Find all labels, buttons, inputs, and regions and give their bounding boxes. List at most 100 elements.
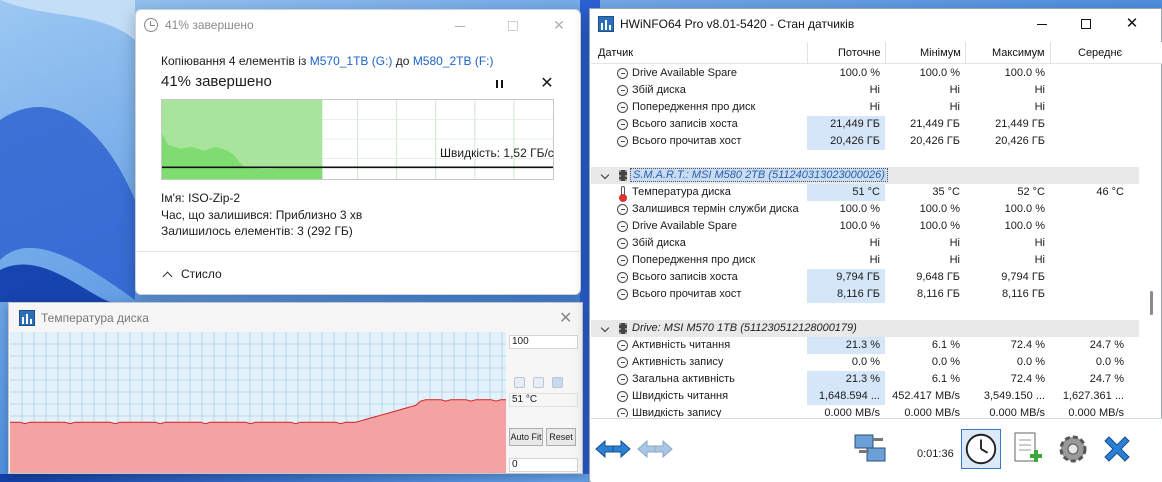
vertical-scrollbar[interactable] — [1141, 65, 1161, 417]
sensor-row[interactable]: Збій диска Ні Ні Ні — [591, 82, 1139, 99]
maximize-button — [490, 10, 536, 40]
average-value: 46 °C — [1096, 186, 1124, 198]
average-value — [1050, 252, 1129, 269]
sensor-row[interactable]: Активність читання 21.3 % 6.1 % 72.4 % 24.7 … — [591, 337, 1139, 354]
sensor-label: Всього прочитав хост — [632, 135, 742, 147]
maximize-button[interactable] — [1066, 9, 1106, 39]
sensor-row[interactable]: Drive Available Spare 100.0 % 100.0 % 100.0… — [591, 65, 1139, 82]
sensor-label: Попередження про диск — [632, 254, 756, 266]
column-divider[interactable] — [807, 42, 808, 64]
min-value: 100.0 % — [919, 220, 960, 232]
column-divider[interactable] — [1050, 42, 1051, 64]
copy-dialog-titlebar[interactable]: 41% завершено ✕ — [136, 10, 580, 40]
sensor-row[interactable]: Всього записів хоста 21,449 ГБ 21,449 ГБ 21… — [591, 116, 1139, 133]
column-divider[interactable] — [965, 42, 966, 64]
add-report-icon[interactable] — [1007, 429, 1047, 469]
copy-description: Копіювання 4 елементів із M570_1TB (G:) … — [161, 54, 494, 68]
column-current[interactable]: Поточне — [838, 47, 881, 59]
auto-fit-button[interactable]: Auto Fit — [509, 428, 543, 446]
max-value: 9,794 ГБ — [1001, 271, 1045, 283]
items-left-value: 3 (292 ГБ) — [297, 224, 353, 238]
sensor-row[interactable]: Всього записів хоста 9,794 ГБ 9,648 ГБ 9,79… — [591, 269, 1139, 286]
column-min[interactable]: Мінімум — [920, 47, 961, 59]
sensor-row[interactable]: Загальна активність 21.3 % 6.1 % 72.4 % 24.7… — [591, 371, 1139, 388]
sensor-row[interactable]: Попередження про диск Ні Ні Ні — [591, 99, 1139, 116]
sensor-row[interactable]: Швидкість запису 0.000 MB/s 0.000 MB/s 0.00… — [591, 405, 1139, 417]
minimize-button[interactable] — [1022, 9, 1062, 39]
sensor-gauge-icon — [617, 221, 628, 232]
close-button[interactable]: ✕ — [1112, 9, 1152, 39]
cancel-copy-button[interactable]: ✕ — [539, 73, 555, 93]
sensor-group-row[interactable]: S.M.A.R.T.: MSI M580 2TB (51124031302300… — [591, 167, 1139, 184]
fewer-details-button[interactable]: Стисло — [162, 267, 222, 282]
items-left-row: Залишилось елементів: 3 (292 ГБ) — [161, 224, 353, 238]
sensor-row[interactable]: Збій диска Ні Ні Ні — [591, 235, 1139, 252]
hwinfo-titlebar[interactable]: HWiNFO64 Pro v8.01-5420 - Стан датчиків … — [590, 9, 1161, 39]
destination-link[interactable]: M580_2TB (F:) — [413, 54, 494, 68]
sensor-group-row[interactable]: Drive: MSI M570 1TB (511230512128000179) — [591, 320, 1139, 337]
hwinfo-toolbar: 0:01:36 — [591, 418, 1162, 482]
sensor-row[interactable]: Залишився термін служби диска 100.0 % 100.… — [591, 201, 1139, 218]
close-icon[interactable]: ✕ — [559, 308, 572, 328]
pause-icon-bar-left — [496, 80, 498, 88]
sensor-row[interactable]: Всього прочитав хост 20,426 ГБ 20,426 ГБ 20… — [591, 133, 1139, 150]
maximize-icon — [508, 21, 518, 32]
average-value — [1050, 286, 1129, 303]
sensor-row[interactable]: Попередження про диск Ні Ні Ні — [591, 252, 1139, 269]
minimize-button[interactable] — [437, 10, 483, 40]
sensor-label: Всього прочитав хост — [632, 288, 742, 300]
max-value: 72.4 % — [1010, 373, 1045, 385]
option-checkbox-3[interactable] — [552, 377, 563, 388]
close-button[interactable]: ✕ — [536, 10, 582, 40]
current-value: 100.0 % — [839, 67, 880, 79]
sensor-row[interactable]: Активність запису 0.0 % 0.0 % 0.0 % 0.0 % — [591, 354, 1139, 371]
scrollbar-thumb[interactable] — [1150, 291, 1153, 315]
current-value: 0.000 MB/s — [824, 407, 880, 417]
file-copy-dialog: 41% завершено ✕ Копіювання 4 елементів і… — [135, 9, 581, 295]
sensor-label: Збій диска — [632, 84, 686, 96]
hwinfo-title: HWiNFO64 Pro v8.01-5420 - Стан датчиків — [620, 17, 855, 31]
hwinfo-app-icon — [598, 16, 614, 32]
drive-chip-icon — [619, 170, 627, 181]
percent-complete: 41% завершено — [161, 73, 272, 90]
graph-min-value: 0 — [509, 458, 578, 472]
current-value: 8,116 ГБ — [807, 286, 885, 303]
option-checkbox-1[interactable] — [514, 377, 525, 388]
column-max[interactable]: Максимум — [992, 47, 1045, 59]
column-divider[interactable] — [885, 42, 886, 64]
option-checkbox-2[interactable] — [533, 377, 544, 388]
current-value: 9,794 ГБ — [807, 269, 885, 286]
sensor-row[interactable]: Всього прочитав хост 8,116 ГБ 8,116 ГБ 8,11… — [591, 286, 1139, 303]
pause-button[interactable] — [492, 76, 508, 92]
current-value: 21,449 ГБ — [807, 116, 885, 133]
source-link[interactable]: M570_1TB (G:) — [310, 54, 393, 68]
average-value — [1050, 116, 1129, 133]
sensor-gauge-icon — [617, 340, 628, 351]
copy-prefix: Копіювання 4 елементів із — [161, 54, 307, 68]
column-sensor[interactable]: Датчик — [598, 47, 633, 59]
min-value: 35 °C — [932, 186, 960, 198]
max-value: 0.0 % — [1016, 356, 1045, 368]
current-value: Ні — [869, 84, 880, 96]
copy-speed: Швидкість: 1,52 ГБ/с — [440, 146, 554, 160]
sensor-row[interactable]: Швидкість читання 1,648.594 ... 452.417 MB… — [591, 388, 1139, 405]
sensor-label: Температура диска — [632, 186, 731, 198]
column-average[interactable]: Середнє — [1078, 47, 1122, 59]
max-value: Ні — [1034, 254, 1045, 266]
navigate-sensors-button[interactable] — [593, 429, 633, 469]
reset-button[interactable]: Reset — [546, 428, 576, 446]
sensor-row[interactable]: Drive Available Spare 100.0 % 100.0 % 100.0… — [591, 218, 1139, 235]
maximize-icon — [1081, 19, 1091, 30]
close-sensors-icon[interactable] — [1097, 429, 1137, 469]
sensor-row[interactable]: Температура диска 51 °C 35 °C 52 °C 46 °C — [591, 184, 1139, 202]
current-value: 100.0 % — [839, 203, 880, 215]
sensor-gauge-icon — [617, 391, 628, 402]
clock-reset-button[interactable] — [961, 429, 1001, 469]
hwinfo-sensors-window: HWiNFO64 Pro v8.01-5420 - Стан датчиків … — [589, 8, 1162, 482]
current-value: 1,648.594 ... — [807, 388, 885, 405]
elapsed-time: 0:01:36 — [917, 448, 954, 460]
min-value: Ні — [949, 101, 960, 113]
gear-icon[interactable] — [1053, 429, 1093, 469]
group-label: Drive: MSI M570 1TB (511230512128000179) — [632, 322, 857, 334]
network-icon[interactable] — [851, 429, 891, 469]
